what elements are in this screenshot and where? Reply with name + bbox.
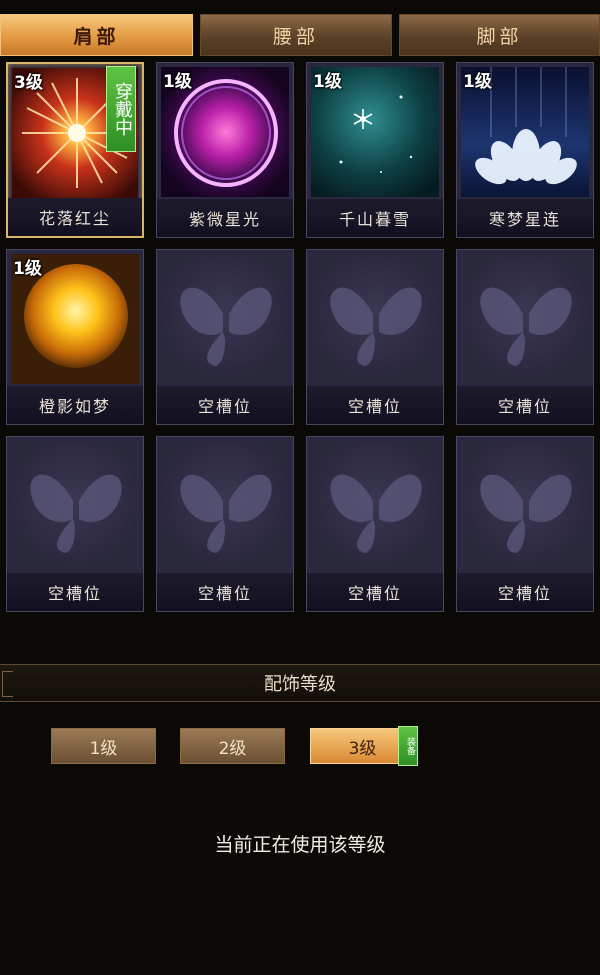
slot-level: 1级 [163,72,192,92]
equipped-badge: 穿戴中 [106,66,136,152]
empty-slot[interactable]: 空槽位 [306,436,444,612]
slot-level: 1级 [313,72,342,92]
slot-name: 空槽位 [157,386,293,424]
empty-slot[interactable]: 空槽位 [456,249,594,425]
accessory-slot[interactable]: 1级 橙影如梦 [6,249,144,425]
accessory-grid: 3级 穿戴中 花落红尘 1级 紫微星光 1级 千山暮雪 1级 寒梦星连 1级 橙… [6,62,594,612]
slot-name: 橙影如梦 [7,386,143,424]
slot-level: 3级 [14,73,43,93]
accessory-slot[interactable]: 3级 穿戴中 花落红尘 [6,62,144,238]
equipped-badge-label: 穿戴中 [112,82,133,136]
butterfly-icon [11,441,139,571]
tab-bar: 肩部 腰部 脚部 [0,14,600,58]
tab-foot[interactable]: 脚部 [399,14,600,56]
butterfly-icon [161,254,289,384]
butterfly-icon [311,441,439,571]
slot-name: 空槽位 [457,386,593,424]
slot-name: 紫微星光 [157,199,293,237]
empty-slot[interactable]: 空槽位 [456,436,594,612]
empty-slot[interactable]: 空槽位 [306,249,444,425]
empty-slot[interactable]: 空槽位 [156,249,294,425]
level-1-button[interactable]: 1级 [51,728,156,764]
section-title: 配饰等级 [264,674,336,695]
empty-slot[interactable]: 空槽位 [156,436,294,612]
level-2-button[interactable]: 2级 [180,728,285,764]
slot-name: 空槽位 [307,573,443,611]
tab-waist[interactable]: 腰部 [200,14,392,56]
slot-name: 花落红尘 [8,198,142,236]
equipped-level-badge-label: 装备 [405,737,415,755]
bracket-decoration [2,671,13,697]
butterfly-icon [311,254,439,384]
slot-level: 1级 [13,259,42,279]
equipped-level-badge: 装备 [398,726,418,766]
accessory-slot[interactable]: 1级 千山暮雪 [306,62,444,238]
status-text: 当前正在使用该等级 [214,834,386,856]
slot-level: 1级 [463,72,492,92]
slot-name: 千山暮雪 [307,199,443,237]
slot-name: 空槽位 [307,386,443,424]
slot-name: 空槽位 [7,573,143,611]
accessory-slot[interactable]: 1级 寒梦星连 [456,62,594,238]
slot-name: 空槽位 [457,573,593,611]
slot-name: 寒梦星连 [457,199,593,237]
accessory-slot[interactable]: 1级 紫微星光 [156,62,294,238]
empty-slot[interactable]: 空槽位 [6,436,144,612]
section-header: 配饰等级 [0,664,600,702]
butterfly-icon [461,441,589,571]
tab-shoulder[interactable]: 肩部 [0,14,193,56]
butterfly-icon [461,254,589,384]
butterfly-icon [161,441,289,571]
slot-name: 空槽位 [157,573,293,611]
